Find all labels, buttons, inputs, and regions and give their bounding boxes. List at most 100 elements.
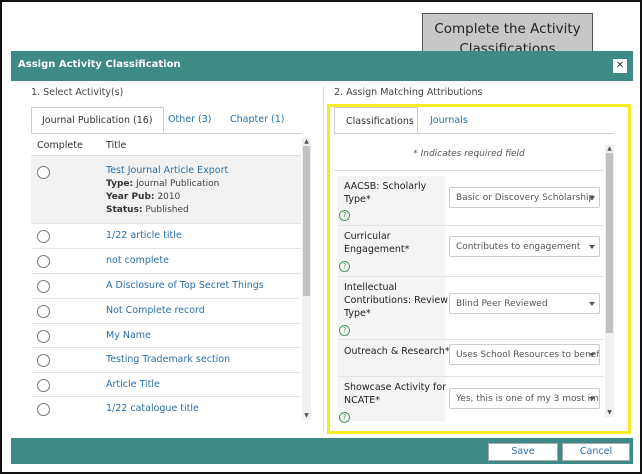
curricular-engagement-select[interactable]: Contributes to engagement bbox=[449, 236, 600, 257]
field-label-line: Outreach & Research* bbox=[344, 346, 450, 357]
field-label: Showcase Activity for NCATE* bbox=[344, 381, 446, 407]
showcase-activity-select[interactable]: Yes, this is one of my 3 most important bbox=[449, 388, 600, 409]
select-value: Blind Peer Reviewed bbox=[456, 299, 548, 309]
required-field-note: * Indicates required field bbox=[413, 149, 525, 159]
complete-radio[interactable] bbox=[37, 255, 50, 268]
chevron-down-icon bbox=[589, 196, 595, 200]
activity-type: Type: Journal Publication bbox=[106, 179, 219, 189]
complete-radio[interactable] bbox=[37, 403, 50, 416]
activity-title-link[interactable]: Test Journal Article Export bbox=[106, 165, 228, 176]
complete-radio[interactable] bbox=[37, 354, 50, 367]
help-icon[interactable]: ? bbox=[339, 325, 350, 336]
activity-year: Year Pub: 2010 bbox=[106, 192, 180, 202]
assign-attributions-label: 2. Assign Matching Attributions bbox=[334, 87, 483, 98]
classifications-scrollbar[interactable]: ▲ ▼ bbox=[605, 145, 614, 417]
field-label: Outreach & Research* bbox=[344, 345, 450, 358]
field-label: Curricular Engagement* bbox=[344, 230, 409, 256]
activity-row[interactable]: Article Title bbox=[31, 373, 301, 397]
select-value: Contributes to engagement bbox=[456, 242, 581, 252]
activity-title-link[interactable]: A Disclosure of Top Secret Things bbox=[106, 280, 264, 291]
type-value: Journal Publication bbox=[135, 179, 220, 189]
scrollbar-thumb[interactable] bbox=[606, 153, 613, 333]
field-label-line: Engagement* bbox=[344, 244, 410, 255]
cancel-button[interactable]: Cancel bbox=[562, 443, 630, 461]
scroll-up-icon[interactable]: ▲ bbox=[605, 145, 614, 153]
activity-title-link[interactable]: My Name bbox=[106, 330, 151, 341]
field-showcase-activity-ncate: Showcase Activity for NCATE* ? Yes, this… bbox=[338, 377, 604, 423]
help-icon[interactable]: ? bbox=[339, 261, 350, 272]
field-label-line: AACSB: Scholarly bbox=[344, 181, 427, 192]
scroll-up-icon[interactable]: ▲ bbox=[302, 138, 311, 146]
select-value: Uses School Resources to benefit bbox=[456, 350, 600, 360]
review-type-select[interactable]: Blind Peer Reviewed bbox=[449, 293, 600, 314]
activity-status: Status: Published bbox=[106, 205, 189, 215]
outreach-research-select[interactable]: Uses School Resources to benefit bbox=[449, 344, 600, 365]
dialog-title: Assign Activity Classification bbox=[18, 59, 181, 70]
chevron-down-icon bbox=[589, 302, 595, 306]
tab-classifications[interactable]: Classifications bbox=[334, 107, 418, 134]
help-icon[interactable]: ? bbox=[339, 412, 350, 423]
aacsb-scholarly-type-select[interactable]: Basic or Discovery Scholarship bbox=[449, 187, 600, 208]
dialog-titlebar: Assign Activity Classification ✕ bbox=[11, 51, 633, 81]
field-label-line: Contributions: Review bbox=[344, 295, 449, 306]
form-top-rule bbox=[334, 170, 604, 171]
activity-list: Test Journal Article Export Type: Journa… bbox=[31, 155, 301, 420]
chevron-down-icon bbox=[589, 397, 595, 401]
activity-row[interactable]: Test Journal Article Export Type: Journa… bbox=[31, 156, 301, 224]
field-label-line: Showcase Activity for bbox=[344, 382, 447, 393]
activity-title-link[interactable]: Not Complete record bbox=[106, 305, 205, 316]
activity-row[interactable]: Not Complete record bbox=[31, 299, 301, 324]
save-button[interactable]: Save bbox=[488, 443, 558, 461]
callout-line-1: Complete the Activity bbox=[434, 21, 581, 37]
field-outreach-research: Outreach & Research* Uses School Resourc… bbox=[338, 340, 604, 377]
activity-list-scrollbar[interactable]: ▲ ▼ bbox=[302, 138, 311, 420]
complete-radio[interactable] bbox=[37, 305, 50, 318]
activity-title-link[interactable]: not complete bbox=[106, 255, 169, 266]
year-value: 2010 bbox=[157, 192, 181, 202]
complete-radio[interactable] bbox=[37, 280, 50, 293]
field-label: Intellectual Contributions: Review Type* bbox=[344, 281, 448, 320]
dialog-footer: Save Cancel bbox=[11, 438, 633, 464]
scroll-down-icon[interactable]: ▼ bbox=[302, 412, 311, 420]
tab-journal-publication[interactable]: Journal Publication (16) bbox=[31, 107, 164, 133]
activity-row[interactable]: not complete bbox=[31, 249, 301, 274]
complete-radio[interactable] bbox=[37, 230, 50, 243]
complete-radio[interactable] bbox=[37, 379, 50, 392]
help-icon[interactable]: ? bbox=[339, 210, 350, 221]
activity-row[interactable]: 1/22 catalogue title bbox=[31, 397, 301, 420]
field-label-line: Type* bbox=[344, 194, 371, 205]
type-label: Type: bbox=[106, 179, 134, 189]
tab-chapter[interactable]: Chapter (1) bbox=[230, 107, 284, 133]
field-intellectual-contributions-review-type: Intellectual Contributions: Review Type*… bbox=[338, 277, 604, 340]
field-label-line: Curricular bbox=[344, 231, 391, 242]
field-label-line: Type* bbox=[344, 308, 371, 319]
scroll-down-icon[interactable]: ▼ bbox=[605, 409, 614, 417]
select-value: Basic or Discovery Scholarship bbox=[456, 193, 595, 203]
activity-title-link[interactable]: Testing Trademark section bbox=[106, 354, 230, 365]
close-icon[interactable]: ✕ bbox=[613, 59, 627, 73]
year-label: Year Pub: bbox=[106, 192, 155, 202]
activity-row[interactable]: My Name bbox=[31, 324, 301, 348]
tab-journals[interactable]: Journals bbox=[430, 107, 468, 134]
activity-title-link[interactable]: Article Title bbox=[106, 379, 160, 390]
activity-row[interactable]: A Disclosure of Top Secret Things bbox=[31, 274, 301, 299]
right-tab-underline bbox=[334, 133, 614, 134]
scrollbar-thumb[interactable] bbox=[303, 146, 310, 296]
field-label: AACSB: Scholarly Type* bbox=[344, 180, 426, 206]
left-tab-underline bbox=[31, 133, 301, 134]
select-activities-label: 1. Select Activity(s) bbox=[31, 87, 124, 98]
activity-title-link[interactable]: 1/22 catalogue title bbox=[106, 403, 199, 414]
status-value: Published bbox=[145, 205, 189, 215]
field-curricular-engagement: Curricular Engagement* ? Contributes to … bbox=[338, 226, 604, 277]
tab-other[interactable]: Other (3) bbox=[168, 107, 211, 133]
column-header-title: Title bbox=[106, 140, 127, 151]
activity-row[interactable]: Testing Trademark section bbox=[31, 348, 301, 373]
complete-radio[interactable] bbox=[37, 166, 50, 179]
field-label-line: NCATE* bbox=[344, 395, 381, 406]
field-label-line: Intellectual bbox=[344, 282, 397, 293]
activity-title-link[interactable]: 1/22 article title bbox=[106, 230, 182, 241]
complete-radio[interactable] bbox=[37, 330, 50, 343]
activity-row[interactable]: 1/22 article title bbox=[31, 224, 301, 249]
column-header-complete: Complete bbox=[37, 140, 83, 151]
status-label: Status: bbox=[106, 205, 143, 215]
